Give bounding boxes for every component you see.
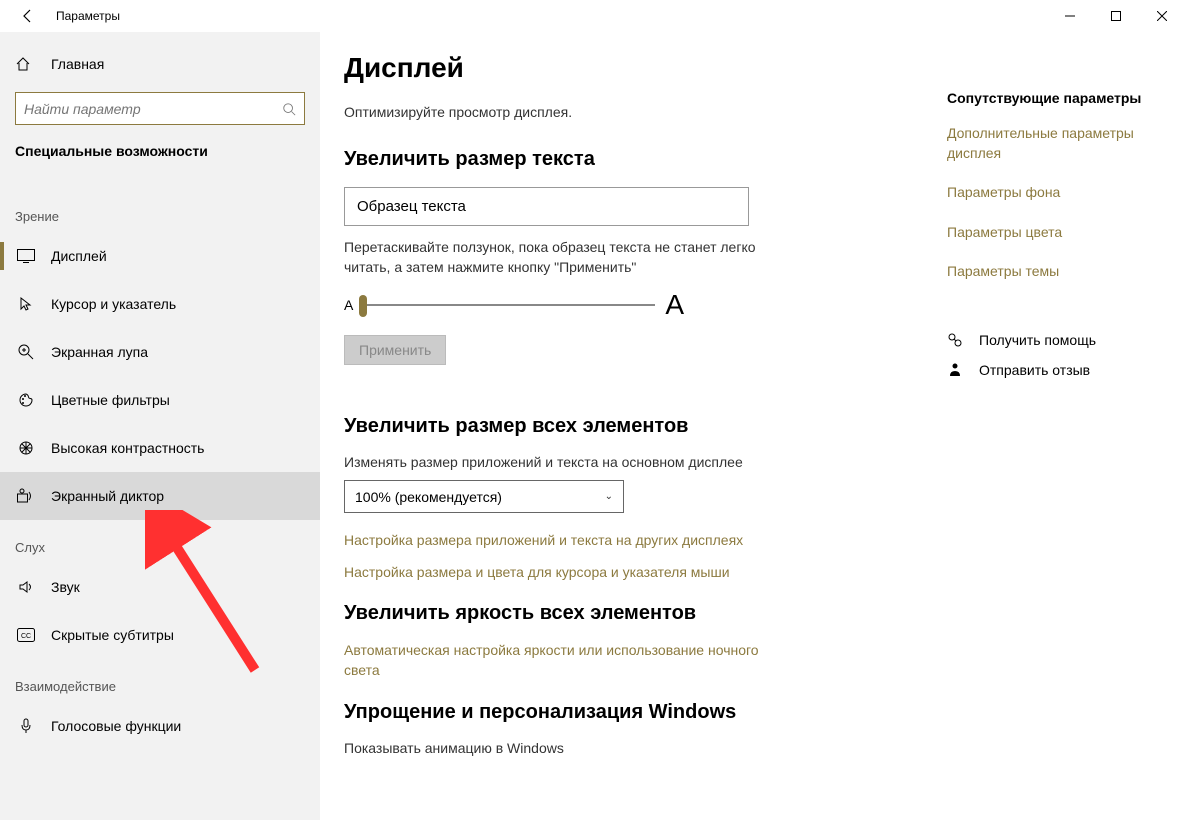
navitem-label: Курсор и указатель: [51, 296, 176, 312]
navitem-label: Высокая контрастность: [51, 440, 204, 456]
related-settings-panel: Сопутствующие параметры Дополнительные п…: [947, 90, 1157, 392]
feedback-link[interactable]: Отправить отзыв: [947, 362, 1157, 378]
get-help-link[interactable]: Получить помощь: [947, 332, 1157, 348]
dropdown-value: 100% (рекомендуется): [355, 489, 502, 505]
slider-min-a: A: [344, 297, 353, 313]
navitem-color-filters[interactable]: Цветные фильтры: [0, 376, 320, 424]
navitem-magnifier[interactable]: Экранная лупа: [0, 328, 320, 376]
page-title: Дисплей: [344, 52, 1155, 84]
group-hearing: Слух: [0, 520, 320, 563]
monitor-icon: [15, 249, 37, 263]
show-animation-label: Показывать анимацию в Windows: [344, 740, 1155, 756]
navitem-label: Звук: [51, 579, 80, 595]
sidebar: Главная Специальные возможности Зрение Д…: [0, 32, 320, 820]
navitem-label: Экранный диктор: [51, 488, 164, 504]
chevron-down-icon: ⌄: [605, 491, 613, 502]
navitem-cursor[interactable]: Курсор и указатель: [0, 280, 320, 328]
navitem-label: Цветные фильтры: [51, 392, 170, 408]
text-size-slider[interactable]: [359, 304, 655, 306]
slider-max-a: A: [665, 289, 684, 321]
minimize-button[interactable]: [1047, 0, 1093, 32]
link-other-displays[interactable]: Настройка размера приложений и текста на…: [344, 531, 764, 551]
scale-dropdown[interactable]: 100% (рекомендуется) ⌄: [344, 480, 624, 513]
help-icon: [947, 332, 969, 348]
link-night-light[interactable]: Автоматическая настройка яркости или исп…: [344, 641, 764, 680]
close-button[interactable]: [1139, 0, 1185, 32]
search-icon: [282, 102, 296, 116]
home-label: Главная: [51, 56, 104, 72]
search-input[interactable]: [15, 92, 305, 125]
group-interaction: Взаимодействие: [0, 659, 320, 702]
category-title: Специальные возможности: [0, 143, 320, 159]
feedback-icon: [947, 362, 969, 378]
svg-text:CC: CC: [21, 633, 31, 640]
section-all-size: Увеличить размер всех элементов: [344, 415, 1155, 438]
navitem-label: Экранная лупа: [51, 344, 148, 360]
scale-label: Изменять размер приложений и текста на о…: [344, 454, 1155, 470]
navitem-captions[interactable]: CC Скрытые субтитры: [0, 611, 320, 659]
link-colors[interactable]: Параметры цвета: [947, 223, 1157, 243]
navitem-narrator[interactable]: Экранный диктор: [0, 472, 320, 520]
home-icon: [15, 56, 35, 72]
magnify-icon: [15, 344, 37, 360]
window-title: Параметры: [56, 9, 120, 23]
sample-text-box: Образец текста: [344, 187, 749, 226]
feedback-label: Отправить отзыв: [979, 362, 1090, 378]
narrator-icon: [15, 488, 37, 504]
apply-button[interactable]: Применить: [344, 335, 446, 365]
link-cursor-settings[interactable]: Настройка размера и цвета для курсора и …: [344, 563, 764, 583]
help-label: Получить помощь: [979, 332, 1096, 348]
link-advanced-display[interactable]: Дополнительные параметры дисплея: [947, 124, 1157, 163]
navitem-label: Дисплей: [51, 248, 107, 264]
search-field[interactable]: [24, 101, 282, 117]
navitem-high-contrast[interactable]: Высокая контрастность: [0, 424, 320, 472]
navitem-label: Голосовые функции: [51, 718, 181, 734]
mic-icon: [15, 718, 37, 734]
related-title: Сопутствующие параметры: [947, 90, 1157, 106]
back-button[interactable]: [16, 4, 40, 28]
slider-thumb[interactable]: [359, 295, 367, 317]
group-vision: Зрение: [0, 189, 320, 232]
palette-icon: [15, 392, 37, 408]
link-themes[interactable]: Параметры темы: [947, 262, 1157, 282]
navitem-speech[interactable]: Голосовые функции: [0, 702, 320, 750]
link-background[interactable]: Параметры фона: [947, 183, 1157, 203]
cursor-icon: [15, 296, 37, 312]
contrast-icon: [15, 440, 37, 456]
section-simplify: Упрощение и персонализация Windows: [344, 701, 1155, 724]
navitem-label: Скрытые субтитры: [51, 627, 174, 643]
sound-icon: [15, 579, 37, 595]
cc-icon: CC: [15, 628, 37, 642]
maximize-button[interactable]: [1093, 0, 1139, 32]
section-brightness: Увеличить яркость всех элементов: [344, 602, 1155, 625]
home-button[interactable]: Главная: [0, 46, 320, 82]
navitem-display[interactable]: Дисплей: [0, 232, 320, 280]
slider-instruction: Перетаскивайте ползунок, пока образец те…: [344, 238, 764, 277]
navitem-audio[interactable]: Звук: [0, 563, 320, 611]
